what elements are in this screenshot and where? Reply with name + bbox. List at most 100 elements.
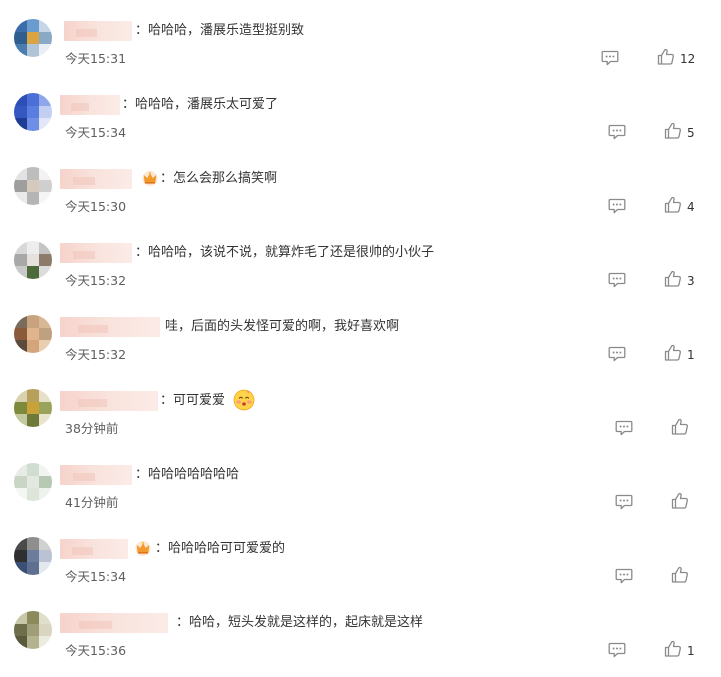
avatar-pixel [14, 179, 27, 193]
username-blurred[interactable] [60, 613, 168, 633]
avatar-pixel [26, 475, 40, 489]
avatar-pixel [26, 389, 40, 402]
avatar[interactable] [14, 389, 52, 427]
thumbs-up-icon[interactable] [671, 418, 689, 436]
avatar-pixel [14, 31, 27, 45]
avatar-pixel [39, 31, 52, 45]
username-blurred[interactable] [60, 391, 158, 411]
comment-text: ：可可爱爱 [160, 393, 226, 408]
comment-reply-icon[interactable] [608, 124, 626, 140]
avatar-pixel [14, 19, 27, 32]
comment-reply-icon[interactable] [608, 346, 626, 362]
avatar-pixel [39, 414, 52, 427]
avatar[interactable] [14, 463, 52, 501]
comment-reply-icon[interactable] [608, 198, 626, 214]
username-blurred[interactable] [60, 95, 120, 115]
comment-item: ：怎么会那么搞笑啊 今天15:30 4 [0, 159, 721, 233]
crown-badge-icon [134, 539, 152, 557]
avatar-pixel [26, 401, 40, 415]
avatar-pixel [26, 463, 40, 476]
avatar[interactable] [14, 19, 52, 57]
avatar-pixel [26, 253, 40, 267]
like-count: 12 [680, 52, 696, 66]
avatar[interactable] [14, 315, 52, 353]
avatar-pixel [39, 562, 52, 575]
comment-item: ：哈哈哈哈可可爱爱的 今天15:34 [0, 529, 721, 603]
avatar-pixel [14, 611, 27, 624]
avatar-pixel [14, 389, 27, 402]
username-blurred[interactable] [60, 169, 132, 189]
avatar-pixel [39, 611, 52, 624]
avatar[interactable] [14, 241, 52, 279]
like-count: 4 [687, 200, 695, 214]
avatar-pixel [39, 118, 52, 131]
comment-reply-icon[interactable] [601, 50, 619, 66]
username-blurred[interactable] [60, 317, 160, 337]
avatar-pixel [39, 537, 52, 550]
username-blurred[interactable] [60, 465, 132, 485]
avatar-pixel [26, 488, 40, 501]
comment-text: ：哈哈哈哈哈哈哈 [135, 467, 240, 482]
avatar-pixel [26, 179, 40, 193]
comment-item: ：哈哈哈哈哈哈哈 41分钟前 [0, 455, 721, 529]
avatar-pixel [39, 623, 52, 637]
comment-reply-icon[interactable] [608, 642, 626, 658]
blushing-face-emoji [233, 389, 255, 411]
comment-item: ：哈哈哈，潘展乐太可爱了 今天15:34 5 [0, 85, 721, 159]
thumbs-up-icon[interactable] [657, 48, 675, 66]
username-blurred[interactable] [64, 21, 132, 41]
avatar-pixel [26, 192, 40, 205]
avatar-pixel [14, 475, 27, 489]
comment-reply-icon[interactable] [615, 568, 633, 584]
username-blurred[interactable] [60, 243, 132, 263]
avatar-pixel [26, 44, 40, 57]
avatar-pixel [14, 315, 27, 328]
comment-text: ：哈哈，短头发就是这样的，起床就是这样 [176, 615, 424, 630]
avatar-pixel [39, 401, 52, 415]
avatar-pixel [14, 340, 27, 353]
thumbs-up-icon[interactable] [664, 344, 682, 362]
thumbs-up-icon[interactable] [664, 122, 682, 140]
thumbs-up-icon[interactable] [664, 640, 682, 658]
comment-reply-icon[interactable] [615, 420, 633, 436]
avatar-pixel [26, 623, 40, 637]
avatar-pixel [14, 118, 27, 131]
thumbs-up-icon[interactable] [671, 492, 689, 510]
avatar-pixel [39, 488, 52, 501]
comment-text: ：哈哈哈哈可可爱爱的 [155, 541, 286, 556]
avatar[interactable] [14, 611, 52, 649]
thumbs-up-icon[interactable] [671, 566, 689, 584]
avatar-pixel [39, 192, 52, 205]
comment-time: 今天15:34 [65, 125, 127, 140]
avatar-pixel [39, 253, 52, 267]
avatar-pixel [39, 340, 52, 353]
comment-item: ：哈哈哈，潘展乐造型挺别致 今天15:31 12 [0, 11, 721, 85]
comment-reply-icon[interactable] [615, 494, 633, 510]
avatar-pixel [26, 105, 40, 119]
thumbs-up-icon[interactable] [664, 270, 682, 288]
avatar-pixel [14, 167, 27, 180]
avatar-pixel [39, 315, 52, 328]
username-blurred[interactable] [60, 539, 128, 559]
like-count: 1 [687, 348, 695, 362]
comment-text: ：怎么会那么搞笑啊 [160, 171, 278, 186]
avatar-pixel [39, 327, 52, 341]
comment-time: 今天15:32 [65, 273, 127, 288]
avatar-pixel [14, 327, 27, 341]
avatar-pixel [14, 241, 27, 254]
avatar[interactable] [14, 537, 52, 575]
avatar-pixel [39, 475, 52, 489]
avatar-pixel [39, 93, 52, 106]
avatar-pixel [39, 463, 52, 476]
avatar-pixel [26, 611, 40, 624]
comment-list: ：哈哈哈，潘展乐造型挺别致 今天15:31 12 ：哈哈哈，潘展乐太可爱了 今天… [0, 0, 721, 669]
thumbs-up-icon[interactable] [664, 196, 682, 214]
comment-text: ：哈哈哈，潘展乐造型挺别致 [135, 23, 305, 38]
comment-time: 38分钟前 [65, 421, 119, 436]
avatar-pixel [14, 488, 27, 501]
avatar[interactable] [14, 167, 52, 205]
comment-reply-icon[interactable] [608, 272, 626, 288]
avatar-pixel [14, 414, 27, 427]
comment-item: ：哈哈，短头发就是这样的，起床就是这样 今天15:36 1 [0, 603, 721, 677]
avatar[interactable] [14, 93, 52, 131]
